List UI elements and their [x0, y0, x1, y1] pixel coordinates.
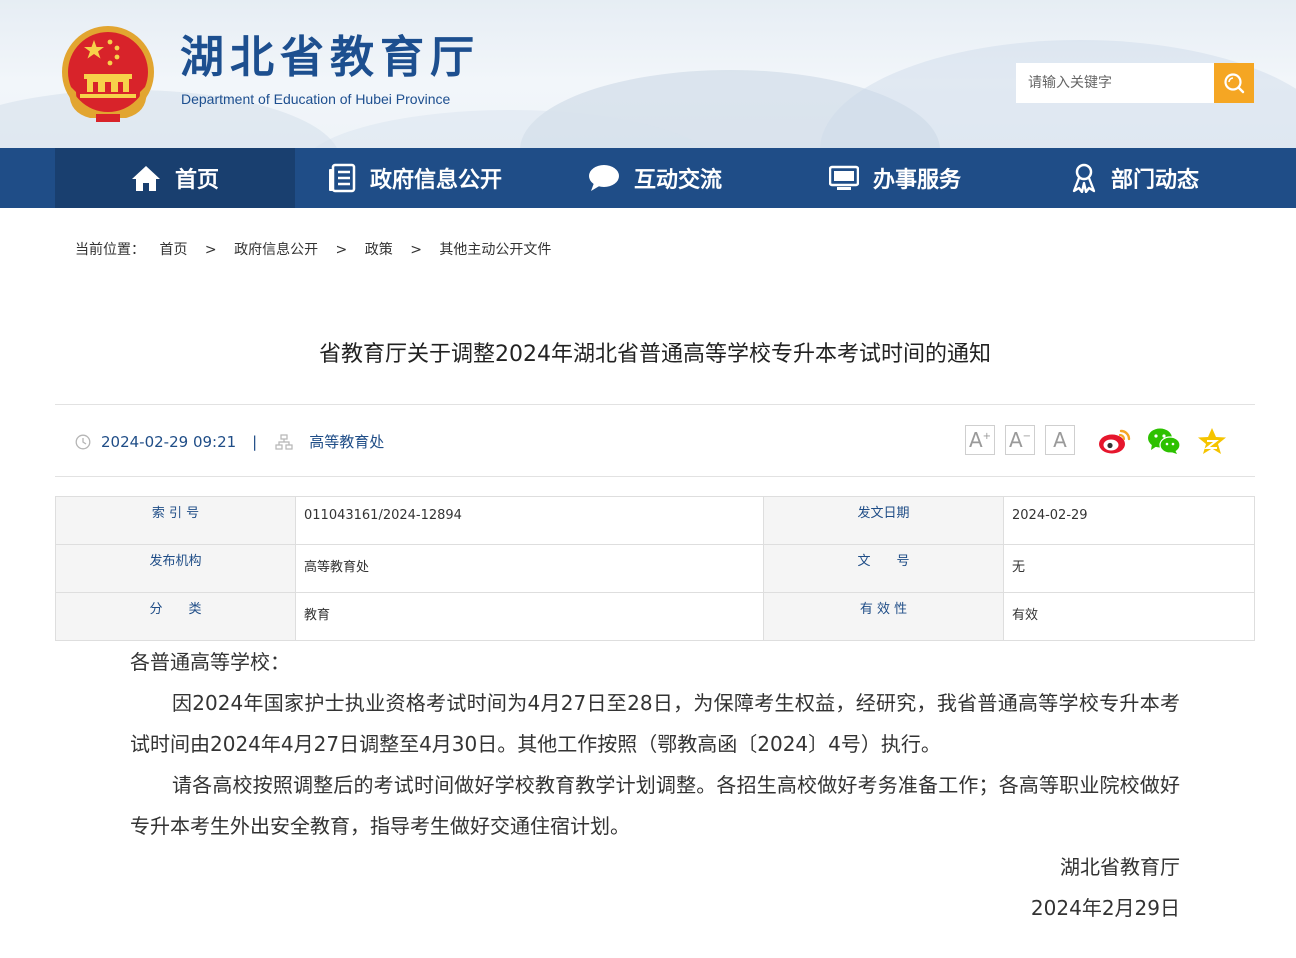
search-button[interactable] [1214, 63, 1254, 103]
national-emblem-logo[interactable] [60, 22, 156, 126]
meta-value: 有效 [1003, 592, 1255, 641]
article-meta-line: 2024-02-29 09:21 | 高等教育处 [75, 431, 384, 452]
table-row: 发布机构 高等教育处 文 号 无 [55, 544, 1255, 593]
publish-datetime: 2024-02-29 09:21 [101, 432, 237, 451]
article-info-bar: 2024-02-29 09:21 | 高等教育处 A + A − A [55, 404, 1255, 477]
clock-icon [75, 434, 91, 449]
wechat-icon [1148, 428, 1181, 454]
table-row: 分 类 教育 有 效 性 有效 [55, 592, 1255, 641]
search-box [1016, 63, 1254, 103]
publish-source: 高等教育处 [309, 433, 385, 451]
meta-divider: | [252, 432, 258, 451]
font-size-decrease-button[interactable]: A − [1005, 425, 1035, 455]
breadcrumb-separator: > [410, 242, 422, 258]
body-paragraph: 因2024年国家护士执业资格考试时间为4月27日至28日，为保障考生权益，经研究… [130, 691, 1180, 756]
meta-value: 2024-02-29 [1003, 496, 1255, 545]
body-paragraph: 请各高校按照调整后的考试时间做好学校教育教学计划调整。各招生高校做好考务准备工作… [130, 773, 1180, 838]
breadcrumb-link-other-files[interactable]: 其他主动公开文件 [439, 242, 551, 258]
meta-value: 无 [1003, 544, 1255, 593]
table-row: 索 引 号 011043161/2024-12894 发文日期 2024-02-… [55, 496, 1255, 545]
article-title: 省教育厅关于调整2024年湖北省普通高等学校专升本考试时间的通知 [319, 342, 991, 367]
nav-label: 政府信息公开 [369, 168, 502, 193]
nav-item-interaction[interactable]: 互动交流 [535, 148, 775, 208]
meta-key: 发文日期 [763, 496, 1004, 545]
nav-label: 互动交流 [633, 168, 722, 193]
site-subtitle: Department of Education of Hubei Provinc… [181, 91, 451, 107]
salutation: 各普通高等学校： [130, 650, 290, 674]
nav-item-gov-info[interactable]: 政府信息公开 [295, 148, 535, 208]
meta-key: 文 号 [763, 544, 1004, 593]
breadcrumb: 当前位置： 首页 > 政府信息公开 > 政策 > 其他主动公开文件 [75, 239, 551, 259]
site-header: 湖北省教育厅 Department of Education of Hubei … [0, 0, 1296, 148]
weibo-icon [1099, 429, 1131, 454]
home-icon [131, 166, 160, 191]
signature-date: 2024年2月29日 [1030, 896, 1180, 920]
meta-key: 分 类 [55, 592, 296, 641]
meta-key: 索 引 号 [55, 496, 296, 545]
site-title: 湖北省教育厅 [180, 32, 480, 83]
meta-value: 教育 [295, 592, 764, 641]
document-meta-table: 索 引 号 011043161/2024-12894 发文日期 2024-02-… [55, 496, 1255, 641]
document-list-icon [328, 163, 356, 193]
font-size-label: A [1053, 428, 1067, 452]
nav-label: 部门动态 [1110, 168, 1199, 193]
nav-item-home[interactable]: 首页 [55, 148, 295, 208]
favorite-star-icon [1198, 428, 1226, 454]
share-favorite-button[interactable] [1195, 425, 1229, 457]
nav-item-dept-news[interactable]: 部门动态 [1015, 148, 1255, 208]
person-badge-icon [1072, 163, 1096, 193]
share-wechat-button[interactable] [1147, 425, 1181, 457]
font-size-increase-button[interactable]: A + [965, 425, 995, 455]
signature: 湖北省教育厅 [1060, 855, 1180, 879]
monitor-icon [828, 165, 859, 190]
main-nav: 首页 政府信息公开 互动交流 办事服务 部门动态 [0, 148, 1296, 208]
nav-item-services[interactable]: 办事服务 [775, 148, 1015, 208]
font-size-label: A [1008, 428, 1023, 452]
breadcrumb-link-gov-info[interactable]: 政府信息公开 [234, 242, 318, 258]
chat-bubble-icon [588, 165, 619, 191]
meta-key: 发布机构 [55, 544, 296, 593]
breadcrumb-link-home[interactable]: 首页 [159, 242, 187, 258]
share-weibo-button[interactable] [1098, 425, 1132, 457]
breadcrumb-prefix: 当前位置： [75, 242, 145, 258]
font-size-label: A [968, 428, 983, 452]
search-icon [1224, 73, 1245, 94]
org-chart-icon [275, 433, 293, 450]
breadcrumb-separator: > [204, 242, 217, 258]
article-body: 各普通高等学校： 因2024年国家护士执业资格考试时间为4月27日至28日，为保… [130, 642, 1180, 929]
meta-value: 高等教育处 [295, 544, 764, 593]
breadcrumb-separator: > [335, 242, 348, 258]
meta-value: 011043161/2024-12894 [295, 496, 764, 545]
font-size-reset-button[interactable]: A [1045, 425, 1075, 455]
breadcrumb-link-policy[interactable]: 政策 [365, 242, 393, 258]
nav-label: 办事服务 [872, 168, 961, 193]
nav-label: 首页 [174, 168, 219, 193]
meta-key: 有 效 性 [763, 592, 1004, 641]
search-input[interactable] [1016, 63, 1215, 103]
